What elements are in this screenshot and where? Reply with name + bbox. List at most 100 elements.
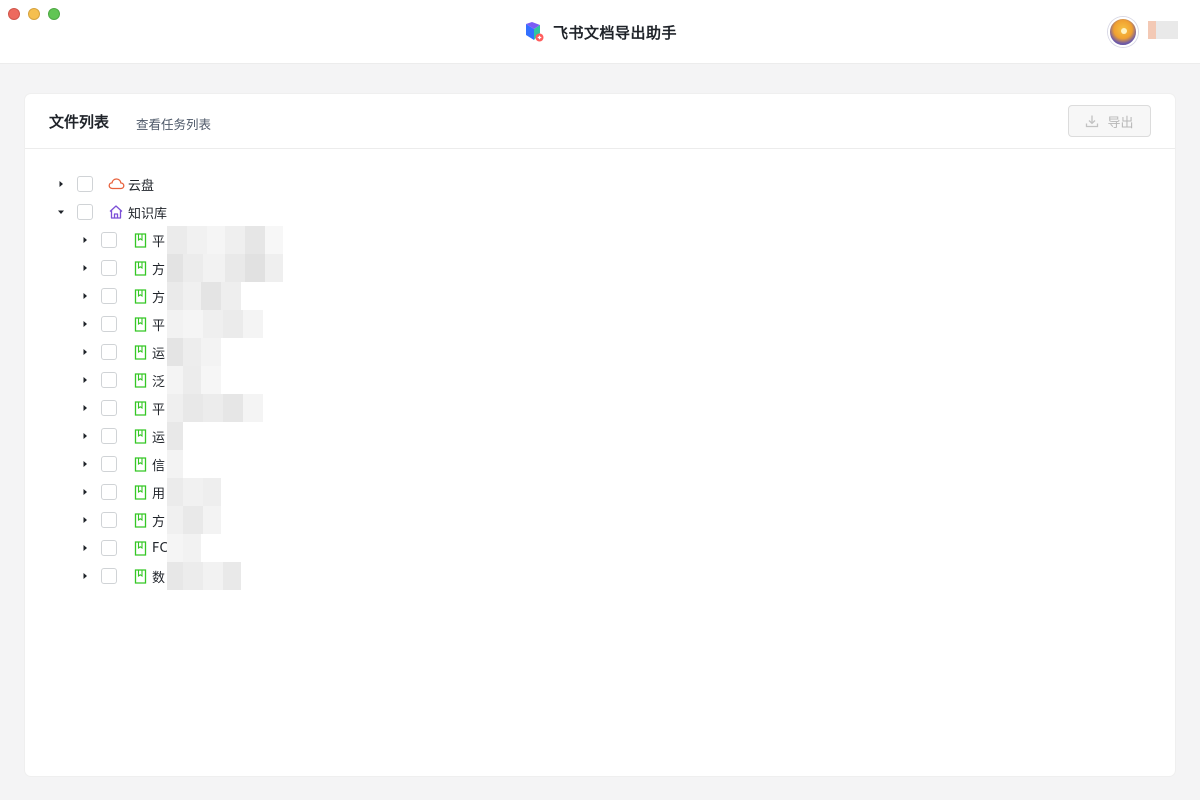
caret-right-icon[interactable] (78, 485, 92, 499)
tree-item-checkbox[interactable] (101, 316, 117, 332)
app-logo-icon (523, 21, 545, 43)
document-icon (131, 511, 149, 529)
tree-item-label: 平 (152, 402, 166, 418)
caret-right-icon[interactable] (78, 541, 92, 555)
tree-item-label: 信 (152, 458, 166, 474)
tree-item-checkbox[interactable] (101, 484, 117, 500)
tree-item-label: 运 (152, 430, 166, 446)
tree-item-label: 平 (152, 234, 166, 250)
tree-child-row[interactable]: 方 (78, 282, 165, 310)
caret-right-icon[interactable] (78, 261, 92, 275)
tree-item-checkbox[interactable] (101, 512, 117, 528)
tree-child-row[interactable]: 平 (78, 226, 165, 254)
tree-item-checkbox[interactable] (77, 204, 93, 220)
document-icon (131, 539, 149, 557)
export-button[interactable]: 导出 (1068, 105, 1151, 137)
cloud-icon (107, 175, 125, 193)
tree-root-row[interactable]: 知识库 (54, 198, 167, 226)
document-icon (131, 287, 149, 305)
redacted-text (167, 422, 183, 450)
document-icon (131, 371, 149, 389)
document-icon (131, 483, 149, 501)
tree-child-row[interactable]: 数 (78, 562, 165, 590)
tree-item-checkbox[interactable] (101, 372, 117, 388)
document-icon (131, 399, 149, 417)
home-icon (107, 203, 125, 221)
tree-item-checkbox[interactable] (101, 232, 117, 248)
tree-item-checkbox[interactable] (77, 176, 93, 192)
tree-child-row[interactable]: 方 (78, 254, 165, 282)
redacted-text (167, 282, 241, 310)
redacted-text (167, 534, 201, 562)
caret-right-icon[interactable] (78, 373, 92, 387)
tree-item-checkbox[interactable] (101, 428, 117, 444)
caret-down-icon[interactable] (54, 205, 68, 219)
tree-item-label: 数 (152, 570, 166, 586)
redacted-text (167, 254, 283, 282)
close-window-button[interactable] (8, 8, 20, 20)
tree-item-label: 平 (152, 318, 166, 334)
tree-child-row[interactable]: 平 (78, 394, 165, 422)
tree-item-label: 用 (152, 486, 166, 502)
avatar-sun-icon (1121, 28, 1127, 34)
tree-item-checkbox[interactable] (101, 456, 117, 472)
tree-child-row[interactable]: 平 (78, 310, 165, 338)
tab-task-list[interactable]: 查看任务列表 (136, 114, 211, 133)
caret-right-icon[interactable] (78, 457, 92, 471)
caret-right-icon[interactable] (78, 345, 92, 359)
tree-item-checkbox[interactable] (101, 288, 117, 304)
caret-right-icon[interactable] (54, 177, 68, 191)
tree-item-label: 方 (152, 262, 166, 278)
caret-right-icon[interactable] (78, 401, 92, 415)
maximize-window-button[interactable] (48, 8, 60, 20)
tree-item-label: 方 (152, 514, 166, 530)
redacted-text (167, 310, 263, 338)
document-icon (131, 455, 149, 473)
tree-child-row[interactable]: FC (78, 534, 169, 562)
tree-item-label: 知识库 (128, 206, 168, 222)
tree-root-row[interactable]: 云盘 (54, 170, 154, 198)
redacted-text (167, 478, 221, 506)
tree-item-label: 运 (152, 346, 166, 362)
document-icon (131, 231, 149, 249)
title-bar: 飞书文档导出助手 (0, 0, 1200, 64)
tree-child-row[interactable]: 用 (78, 478, 165, 506)
document-icon (131, 427, 149, 445)
minimize-window-button[interactable] (28, 8, 40, 20)
redacted-text (167, 562, 241, 590)
caret-right-icon[interactable] (78, 429, 92, 443)
redacted-text (167, 450, 183, 478)
caret-right-icon[interactable] (78, 569, 92, 583)
caret-right-icon[interactable] (78, 289, 92, 303)
tree-item-checkbox[interactable] (101, 400, 117, 416)
document-icon (131, 259, 149, 277)
tree-item-checkbox[interactable] (101, 344, 117, 360)
app-title-group: 飞书文档导出助手 (0, 20, 1200, 44)
panel-header: 文件列表 查看任务列表 导出 (25, 94, 1175, 149)
redacted-text (167, 338, 221, 366)
redacted-text (167, 394, 263, 422)
document-icon (131, 315, 149, 333)
tree-child-row[interactable]: 运 (78, 338, 165, 366)
redacted-text (167, 366, 221, 394)
tree-child-row[interactable]: 方 (78, 506, 165, 534)
redacted-text (167, 226, 283, 254)
export-label: 导出 (1107, 115, 1134, 131)
caret-right-icon[interactable] (78, 317, 92, 331)
caret-right-icon[interactable] (78, 513, 92, 527)
tree-item-checkbox[interactable] (101, 568, 117, 584)
document-icon (131, 343, 149, 361)
tree-item-checkbox[interactable] (101, 540, 117, 556)
user-avatar[interactable] (1108, 17, 1138, 47)
tree-child-row[interactable]: 泛 (78, 366, 165, 394)
tree-item-checkbox[interactable] (101, 260, 117, 276)
caret-right-icon[interactable] (78, 233, 92, 247)
tab-file-list[interactable]: 文件列表 (49, 111, 109, 132)
redacted-text (167, 506, 221, 534)
file-list-panel: 文件列表 查看任务列表 导出 云盘 知识库平方方平运泛平运信用方 FC 数 (25, 94, 1175, 776)
tree-child-row[interactable]: 信 (78, 450, 165, 478)
document-icon (131, 567, 149, 585)
tree-child-row[interactable]: 运 (78, 422, 165, 450)
tree-item-label: 方 (152, 290, 166, 306)
download-icon (1085, 114, 1099, 128)
